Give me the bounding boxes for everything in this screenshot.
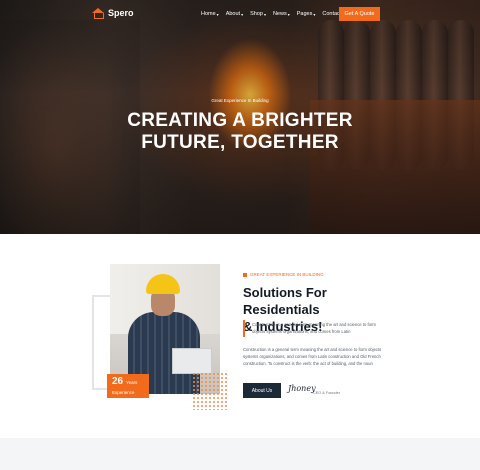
menu-item-label: News xyxy=(272,11,287,17)
next-section-band xyxy=(0,438,480,470)
menu-item-about[interactable]: About ▾ xyxy=(226,11,243,17)
hero-kicker: Great Experience In Building xyxy=(211,98,269,103)
menu-item-home[interactable]: Home ▾ xyxy=(201,11,219,17)
square-bullet-icon xyxy=(243,272,247,277)
experience-number: 26 xyxy=(112,376,124,387)
menu-item-news[interactable]: News ▾ xyxy=(273,11,290,17)
experience-unit: Years xyxy=(126,380,138,385)
hero-section: Spero Home ▾ About ▾ Shop ▾ News ▾ Pages ▾ Co… xyxy=(0,0,480,234)
about-us-button[interactable]: About Us xyxy=(243,383,281,398)
menu-item-label: Shop xyxy=(250,11,263,17)
main-menu: Home ▾ About ▾ Shop ▾ News ▾ Pages ▾ Contact xyxy=(201,11,341,17)
caret-down-icon: ▾ xyxy=(287,11,290,17)
hero-title: CREATING A BRIGHTER FUTURE, TOGETHER xyxy=(0,110,480,154)
eyebrow-text: GREAT EXPERIENCE IN BUILDING xyxy=(250,272,324,277)
hero-title-line2: FUTURE, TOGETHER xyxy=(141,132,339,153)
hero-title-line1: CREATING A BRIGHTER xyxy=(127,110,353,131)
get-a-quote-button[interactable]: Get A Quote xyxy=(339,7,380,21)
experience-badge: 26 Years Experience xyxy=(107,374,149,398)
menu-item-label: Home xyxy=(201,11,216,17)
signature-role: CEO & Founder xyxy=(313,391,341,395)
logo-text: Spero xyxy=(108,8,134,18)
caret-down-icon: ▾ xyxy=(313,11,316,17)
quote-text: Construction is a general term meaning t… xyxy=(252,322,376,334)
caret-down-icon: ▾ xyxy=(263,11,266,17)
menu-item-shop[interactable]: Shop ▾ xyxy=(250,11,266,17)
house-logo-icon xyxy=(92,8,104,19)
menu-item-label: About xyxy=(225,11,241,17)
quote-accent-bar xyxy=(243,320,245,337)
dot-pattern xyxy=(192,372,228,410)
laptop-icon xyxy=(172,348,212,374)
menu-item-pages[interactable]: Pages ▾ xyxy=(297,11,316,17)
caret-down-icon: ▾ xyxy=(241,11,244,17)
caret-down-icon: ▾ xyxy=(216,11,219,17)
top-navigation: Spero Home ▾ About ▾ Shop ▾ News ▾ Pages ▾ Co… xyxy=(0,0,480,30)
section-eyebrow: GREAT EXPERIENCE IN BUILDING xyxy=(243,272,324,277)
signature: Jhoney xyxy=(288,384,316,393)
body-text: Construction is a general term meaning t… xyxy=(243,347,382,366)
section-title-line1: Solutions For Residentials xyxy=(243,285,327,317)
site-logo[interactable]: Spero xyxy=(92,8,134,19)
experience-label: Experience xyxy=(112,390,135,395)
menu-item-label: Pages xyxy=(296,11,313,17)
